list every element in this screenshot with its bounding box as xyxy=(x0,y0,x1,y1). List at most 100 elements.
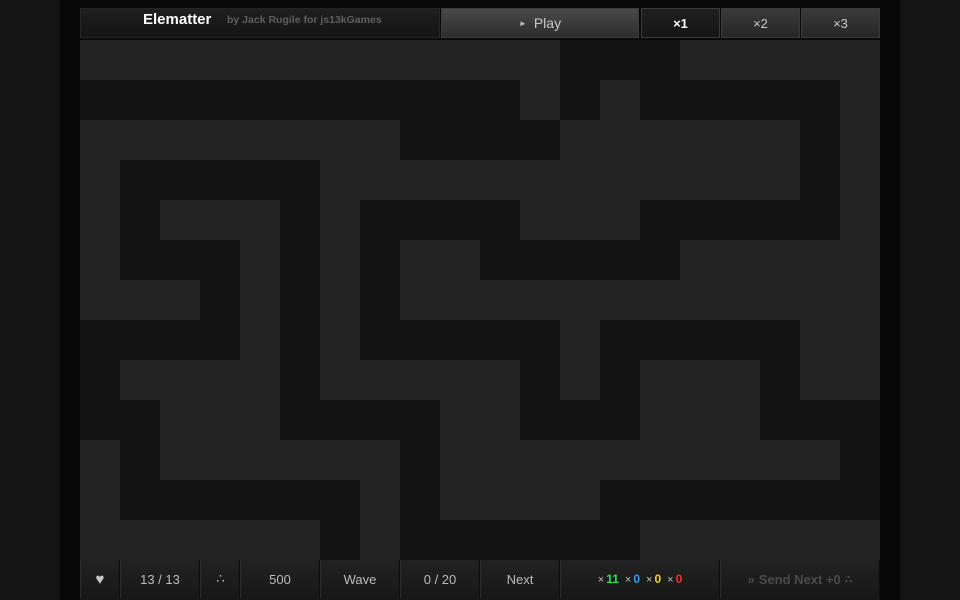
path-tile xyxy=(800,400,840,440)
path-tile xyxy=(600,320,640,360)
path-tile xyxy=(680,320,720,360)
path-tile xyxy=(440,200,480,240)
app-title: Elematter xyxy=(143,11,212,28)
path-tile xyxy=(320,520,360,560)
path-tile xyxy=(600,480,640,520)
path-tile xyxy=(640,80,680,120)
path-tile xyxy=(480,520,520,560)
maze-board[interactable] xyxy=(80,40,880,560)
path-tile xyxy=(400,80,440,120)
path-tile xyxy=(120,160,160,200)
path-tile xyxy=(640,480,680,520)
dots-icon: ∴ xyxy=(844,573,853,586)
path-tile xyxy=(400,400,440,440)
path-tile xyxy=(400,440,440,480)
path-tile xyxy=(480,80,520,120)
path-tile xyxy=(280,200,320,240)
path-tile xyxy=(280,320,320,360)
path-tile xyxy=(440,320,480,360)
send-next-button[interactable]: » Send Next +0 ∴ xyxy=(720,560,880,598)
path-tile xyxy=(640,40,680,80)
dots-icon: ∴ xyxy=(216,571,224,586)
path-tile xyxy=(760,480,800,520)
path-tile xyxy=(520,520,560,560)
resource-value: 500 xyxy=(240,560,320,598)
path-tile xyxy=(80,400,120,440)
path-tile xyxy=(560,400,600,440)
path-tile xyxy=(160,80,200,120)
path-tile xyxy=(360,400,400,440)
path-tile xyxy=(640,200,680,240)
bottom-bar: ♥ 13 / 13 ∴ 500 Wave 0 / 20 Next × 11 × 0 … xyxy=(80,560,880,600)
path-tile xyxy=(320,400,360,440)
green-counter: × 11 xyxy=(597,572,619,586)
path-tile xyxy=(120,400,160,440)
path-tile xyxy=(400,480,440,520)
app-credit: by Jack Rugile for js13kGames xyxy=(227,14,382,26)
path-tile xyxy=(680,480,720,520)
path-tile xyxy=(680,200,720,240)
left-inner-margin xyxy=(60,0,80,600)
path-tile xyxy=(800,160,840,200)
path-tile xyxy=(240,480,280,520)
path-tile xyxy=(240,80,280,120)
speed-x1-button[interactable]: ×1 xyxy=(641,8,720,38)
path-tile xyxy=(280,280,320,320)
path-tile xyxy=(240,160,280,200)
path-tile xyxy=(400,200,440,240)
path-tile xyxy=(120,240,160,280)
path-tile xyxy=(560,520,600,560)
speed-x3-button[interactable]: ×3 xyxy=(801,8,880,38)
path-tile xyxy=(600,240,640,280)
next-wave-button[interactable]: Next xyxy=(480,560,560,598)
path-tile xyxy=(600,400,640,440)
path-tile xyxy=(480,120,520,160)
path-tile xyxy=(200,240,240,280)
path-tile xyxy=(120,320,160,360)
path-tile xyxy=(640,240,680,280)
right-inner-margin xyxy=(880,0,900,600)
double-chevron-icon: » xyxy=(747,571,755,587)
path-tile xyxy=(520,240,560,280)
path-tile xyxy=(200,280,240,320)
path-tile xyxy=(480,200,520,240)
path-tile xyxy=(80,320,120,360)
path-tile xyxy=(120,480,160,520)
red-counter: × 0 xyxy=(667,572,683,586)
play-button[interactable]: ► Play xyxy=(441,8,639,38)
wave-progress: 0 / 20 xyxy=(400,560,480,598)
path-tile xyxy=(760,400,800,440)
path-tile xyxy=(720,480,760,520)
element-counters: × 11 × 0 × 0 × 0 xyxy=(560,560,720,598)
right-margin xyxy=(900,0,960,600)
path-tile xyxy=(120,200,160,240)
path-tile xyxy=(280,480,320,520)
path-tile xyxy=(280,240,320,280)
path-tile xyxy=(480,320,520,360)
path-tile xyxy=(600,40,640,80)
path-tile xyxy=(520,360,560,400)
path-tile xyxy=(320,80,360,120)
path-tile xyxy=(800,120,840,160)
left-margin xyxy=(0,0,60,600)
play-label: Play xyxy=(533,15,562,31)
path-tile xyxy=(560,80,600,120)
resource-icon-cell: ∴ xyxy=(200,560,240,598)
path-tile xyxy=(600,520,640,560)
game-container: Elematter by Jack Rugile for js13kGames … xyxy=(80,0,880,600)
path-tile xyxy=(160,320,200,360)
play-triangle-icon: ► xyxy=(518,18,527,28)
path-tile xyxy=(160,480,200,520)
path-tile xyxy=(160,240,200,280)
path-tile xyxy=(800,80,840,120)
speed-x2-button[interactable]: ×2 xyxy=(721,8,800,38)
path-tile xyxy=(360,240,400,280)
top-bar: Elematter by Jack Rugile for js13kGames … xyxy=(80,8,880,40)
path-tile xyxy=(840,400,880,440)
path-tile xyxy=(560,240,600,280)
path-tile xyxy=(280,360,320,400)
path-tile xyxy=(760,200,800,240)
path-tile xyxy=(560,40,600,80)
path-tile xyxy=(360,200,400,240)
path-tile xyxy=(280,400,320,440)
